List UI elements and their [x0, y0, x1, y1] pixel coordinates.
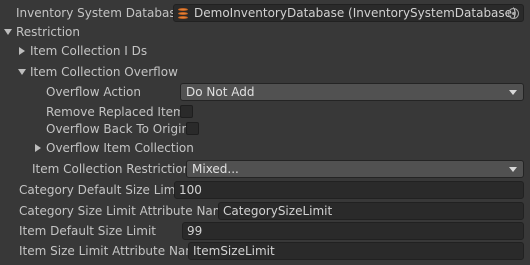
- restriction-foldout[interactable]: Restriction: [0, 22, 530, 42]
- item-default-size-limit-row: Item Default Size Limit 99: [0, 221, 530, 241]
- item-collection-overflow-label: Item Collection Overflow: [30, 65, 178, 79]
- triangle-down-icon[interactable]: [18, 69, 26, 75]
- overflow-action-row: Overflow Action Do Not Add: [0, 82, 530, 102]
- inventory-system-database-value: DemoInventoryDatabase (InventorySystemDa…: [194, 6, 517, 20]
- item-collection-ids-label: Item Collection I Ds: [30, 44, 148, 58]
- overflow-item-collection-foldout[interactable]: Overflow Item Collection: [0, 138, 530, 158]
- overflow-action-value: Do Not Add: [186, 85, 255, 99]
- overflow-action-label: Overflow Action: [46, 85, 141, 99]
- database-icon: [178, 8, 188, 19]
- item-collection-restrictions-dropdown[interactable]: Mixed...: [186, 160, 524, 178]
- overflow-back-to-origin-checkbox[interactable]: [186, 122, 199, 135]
- inventory-system-database-row: Inventory System Database DemoInventoryD…: [0, 3, 530, 23]
- overflow-back-to-origin-row: Overflow Back To Origin: [0, 119, 530, 139]
- overflow-action-dropdown[interactable]: Do Not Add: [180, 83, 524, 101]
- item-default-size-limit-field[interactable]: 99: [182, 222, 524, 240]
- triangle-right-icon[interactable]: [35, 144, 41, 152]
- category-size-limit-attribute-name-field[interactable]: CategorySizeLimit: [218, 202, 524, 220]
- triangle-right-icon[interactable]: [19, 47, 25, 55]
- overflow-item-collection-label: Overflow Item Collection: [46, 141, 194, 155]
- restriction-label: Restriction: [16, 25, 80, 39]
- triangle-down-icon[interactable]: [4, 29, 12, 35]
- category-default-size-limit-field[interactable]: 100: [174, 181, 524, 199]
- remove-replaced-item-label: Remove Replaced Item: [46, 105, 185, 119]
- item-collection-ids-foldout[interactable]: Item Collection I Ds: [0, 41, 530, 61]
- inventory-system-database-label: Inventory System Database: [16, 6, 183, 20]
- inventory-system-database-field[interactable]: DemoInventoryDatabase (InventorySystemDa…: [173, 4, 524, 22]
- item-collection-restrictions-label: Item Collection Restrictions: [32, 162, 197, 176]
- remove-replaced-item-checkbox[interactable]: [180, 105, 193, 118]
- category-default-size-limit-row: Category Default Size Limit 100: [0, 180, 530, 200]
- chevron-down-icon: [509, 167, 517, 172]
- category-size-limit-attribute-name-row: Category Size Limit Attribute Name Categ…: [0, 201, 530, 221]
- category-size-limit-attribute-name-label: Category Size Limit Attribute Name: [19, 204, 232, 218]
- item-size-limit-attribute-name-field[interactable]: ItemSizeLimit: [188, 242, 524, 260]
- item-collection-overflow-foldout[interactable]: Item Collection Overflow: [0, 62, 530, 82]
- category-default-size-limit-label: Category Default Size Limit: [19, 183, 184, 197]
- chevron-down-icon: [509, 90, 517, 95]
- item-size-limit-attribute-name-row: Item Size Limit Attribute Name ItemSizeL…: [0, 241, 530, 261]
- item-size-limit-attribute-name-label: Item Size Limit Attribute Name: [19, 244, 205, 258]
- object-picker-icon[interactable]: [508, 8, 519, 19]
- overflow-back-to-origin-label: Overflow Back To Origin: [46, 122, 190, 136]
- item-collection-restrictions-row: Item Collection Restrictions Mixed...: [0, 159, 530, 179]
- item-default-size-limit-label: Item Default Size Limit: [19, 224, 156, 238]
- item-collection-restrictions-value: Mixed...: [192, 162, 239, 176]
